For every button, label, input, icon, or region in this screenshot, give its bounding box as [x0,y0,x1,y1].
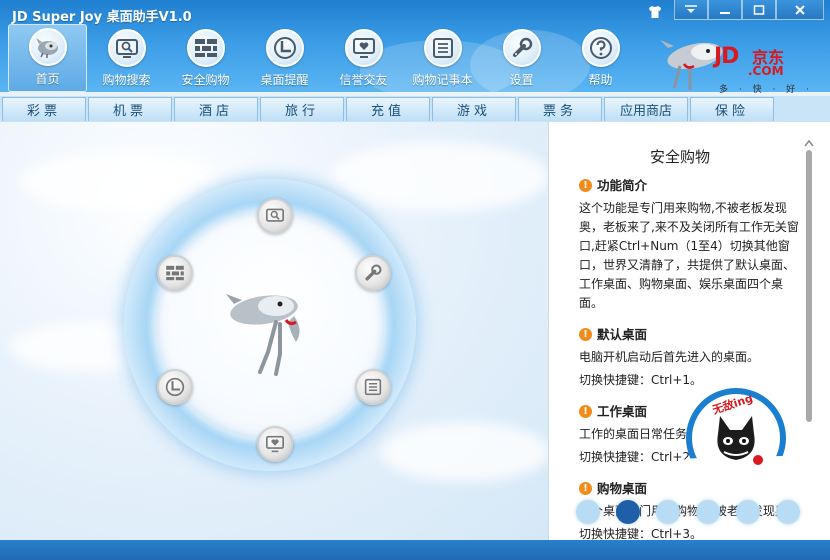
nav-label: 首页 [35,72,60,86]
wheel-heart-monitor-icon[interactable] [257,426,293,462]
nav-label: 购物搜索 [102,73,151,87]
heart-monitor-icon [344,29,383,67]
section-text: 这个功能是专门用来购物,不被老板发现奥，老板来了,来不及关闭所有工作无关窗口,赶… [579,201,799,310]
section-heading: ! 默认桌面 [579,325,799,344]
search-icon [107,29,146,67]
menu-button[interactable] [674,0,708,20]
section-heading: ! 功能简介 [579,176,799,195]
wrench-icon [502,29,541,67]
nav-label: 帮助 [588,73,613,87]
maximize-icon [753,4,765,15]
tab-flights[interactable]: 机票 [88,97,172,121]
tab-insurance[interactable]: 保险 [690,97,774,121]
desktop-page-dots [576,500,816,524]
app-title: JD Super Joy 桌面助手V1.0 [12,10,192,25]
close-icon [795,4,805,15]
jd-brand-com: .COM [748,64,784,78]
page-dot[interactable] [576,500,600,524]
tab-app-store[interactable]: 应用商店 [604,97,688,121]
tab-hotels[interactable]: 酒店 [174,97,258,121]
nav-help[interactable]: 帮助 [561,24,640,92]
clock-icon [265,29,304,67]
background-cloud [330,142,550,212]
tab-games[interactable]: 游戏 [432,97,516,121]
page-dot[interactable] [656,500,680,524]
home-icon [28,28,67,66]
minimize-icon [720,11,730,14]
nav-label: 设置 [509,73,534,87]
page-dot[interactable] [696,500,720,524]
jd-dog-mascot [226,294,300,376]
nav-label: 安全购物 [181,73,230,87]
category-tabs: 彩票 机票 酒店 旅行 充值 游戏 票务 应用商店 保险 [0,96,830,122]
wheel-brick-wall-icon[interactable] [157,255,193,291]
scroll-up-icon[interactable] [803,138,815,148]
nav-reputation-friends[interactable]: 信誉交友 [324,24,403,92]
invincible-badge[interactable]: 无敌ing [660,386,810,504]
info-icon: ! [579,405,592,418]
tab-travel[interactable]: 旅行 [260,97,344,121]
maximize-button[interactable] [742,0,776,20]
wheel-wrench-icon[interactable] [355,255,391,291]
jd-brand: JD [714,44,739,69]
section-text: 电脑开机启动后首先进入的桌面。 [579,350,760,364]
nav-shopping-notebook[interactable]: 购物记事本 [403,24,482,92]
nav-label: 信誉交友 [339,73,388,87]
brick-wall-icon [186,29,225,67]
question-icon [581,29,620,67]
main-panel [0,122,550,540]
nav-settings[interactable]: 设置 [482,24,561,92]
title-bar: JD Super Joy 桌面助手V1.0 首页 购物搜索 安全购物 桌面提醒 … [0,0,830,108]
page-dot-active[interactable] [616,500,640,524]
nav-home[interactable]: 首页 [8,24,87,92]
tab-tickets[interactable]: 票务 [518,97,602,121]
nav-label: 购物记事本 [412,73,473,87]
nav-shopping-search[interactable]: 购物搜索 [87,24,166,92]
nav-safe-shopping[interactable]: 安全购物 [166,24,245,92]
page-dot[interactable] [736,500,760,524]
tab-recharge[interactable]: 充值 [346,97,430,121]
wheel-notebook-icon[interactable] [355,369,391,405]
status-bar [0,540,830,560]
close-button[interactable] [776,0,824,20]
background-cloud [380,422,550,482]
notebook-icon [423,29,462,67]
info-icon: ! [579,482,592,495]
info-icon: ! [579,328,592,341]
wheel-clock-icon[interactable] [157,369,193,405]
page-dot[interactable] [776,500,800,524]
nav-desktop-reminder[interactable]: 桌面提醒 [245,24,324,92]
menu-icon [685,4,697,13]
section-shortcut: 切换快捷键：Ctrl+3。 [579,527,703,540]
tab-lottery[interactable]: 彩票 [2,97,86,121]
main-nav: 首页 购物搜索 安全购物 桌面提醒 信誉交友 购物记事本 设置 帮助 [8,24,640,92]
nav-label: 桌面提醒 [260,73,309,87]
minimize-button[interactable] [708,0,742,20]
info-icon: ! [579,179,592,192]
scrollbar-thumb[interactable] [806,150,812,422]
wheel-search-icon[interactable] [257,198,293,234]
panel-title: 安全购物 [649,148,710,166]
